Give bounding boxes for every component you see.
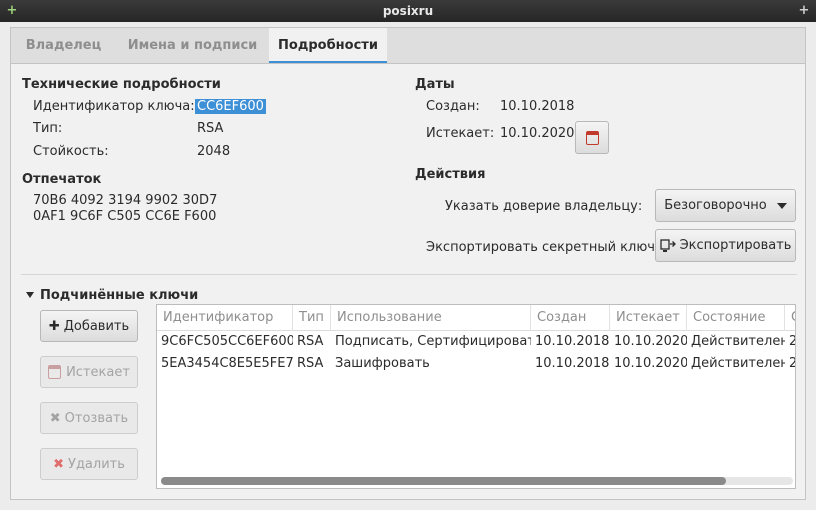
created-label: Создан: [426,99,480,114]
actions-heading: Действия [415,167,486,182]
cell-usage: Подписать, Сертифицировать [335,334,531,349]
table-row[interactable]: 5EA3454C8E5E5FE7 RSA Зашифровать 10.10.2… [157,353,795,375]
fingerprint-heading: Отпечаток [22,172,102,187]
expires-label: Истекает: [426,126,495,141]
fingerprint-line-1: 70B6 4092 3194 9902 30D7 [33,193,218,208]
column-header-extra[interactable]: С [785,305,795,331]
cell-created: 10.10.2018 [535,334,610,349]
cell-id: 9C6FC505CC6EF600 [161,334,293,349]
cell-status: Действителен [691,356,785,371]
column-header-type[interactable]: Тип [293,305,331,331]
horizontal-scrollbar[interactable] [161,477,793,485]
column-header-expires[interactable]: Истекает [610,305,687,331]
calendar-icon [48,365,62,379]
cross-icon: ✖ [49,410,61,426]
delete-button-label: Удалить [68,456,125,472]
trust-label: Указать доверие владельцу: [445,199,643,214]
cell-usage: Зашифровать [335,356,430,371]
subkeys-table: Идентификатор Тип Использование Создан И… [156,304,796,489]
export-label: Экспортировать секретный ключ: [426,240,660,255]
column-header-created[interactable]: Создан [531,305,610,331]
cell-created: 10.10.2018 [535,356,610,371]
created-value: 10.10.2018 [500,99,575,114]
key-id-value[interactable]: CC6EF600 [195,99,266,114]
export-button-label: Экспортировать [679,238,792,253]
delete-icon: ✖ [53,456,65,472]
cell-type: RSA [297,334,324,349]
calendar-icon [585,130,599,145]
cell-status: Действителен [691,334,785,349]
trust-dropdown-value: Безоговорочно [664,198,767,213]
add-button-label: Добавить [63,318,130,334]
expander-arrow-icon [26,292,34,298]
window-title: posixru [382,4,434,18]
app-window: + posixru + Владелец Имена и подписи Под… [0,0,816,510]
close-button[interactable]: + [793,0,815,22]
cell-type: RSA [297,356,324,371]
expire-button-label: Истекает [66,364,130,380]
scrollbar-thumb[interactable] [161,477,726,485]
export-button[interactable]: Экспортировать [655,229,796,262]
subkeys-heading: Подчинённые ключи [40,288,199,303]
column-header-id[interactable]: Идентификатор [157,305,293,331]
cell-expires: 10.10.2020 [614,356,687,371]
cell-extra: 2 [785,353,795,375]
revoke-button-label: Отозвать [64,410,129,426]
dates-heading: Даты [415,77,455,92]
plus-icon: ✚ [48,318,60,334]
table-header: Идентификатор Тип Использование Создан И… [157,305,795,331]
type-label: Тип: [33,121,63,136]
section-divider [21,274,797,275]
tech-details-heading: Технические подробности [22,77,221,92]
expire-subkey-button[interactable]: Истекает [40,356,138,388]
subkeys-expander[interactable]: Подчинённые ключи [26,288,198,303]
title-bar: + posixru + [0,0,816,22]
cell-extra: 2 [785,331,795,353]
strength-label: Стойкость: [33,144,109,159]
fingerprint-line-2: 0AF1 9C6F C505 CC6E F600 [33,209,217,224]
delete-subkey-button[interactable]: ✖ Удалить [40,448,138,480]
strength-value: 2048 [197,144,231,159]
change-expiry-button[interactable] [575,121,609,154]
chevron-down-icon [776,202,787,209]
revoke-subkey-button[interactable]: ✖ Отозвать [40,402,138,434]
trust-dropdown[interactable]: Безоговорочно [655,189,796,222]
cell-id: 5EA3454C8E5E5FE7 [161,356,293,371]
column-header-usage[interactable]: Использование [331,305,531,331]
cell-expires: 10.10.2020 [614,334,687,349]
tab-details[interactable]: Подробности [269,28,387,64]
maximize-button[interactable]: + [1,0,23,22]
tab-names-signatures[interactable]: Имена и подписи [116,28,269,63]
tab-owner[interactable]: Владелец [11,28,116,63]
key-id-label: Идентификатор ключа: [33,99,195,114]
expires-value: 10.10.2020 [500,126,575,141]
table-row[interactable]: 9C6FC505CC6EF600 RSA Подписать, Сертифиц… [157,331,795,353]
export-icon [659,238,676,252]
add-subkey-button[interactable]: ✚ Добавить [40,310,138,342]
details-panel: Технические подробности Идентификатор кл… [10,63,806,500]
column-header-status[interactable]: Состояние [687,305,785,331]
type-value: RSA [197,121,224,136]
tab-bar: Владелец Имена и подписи Подробности [10,27,806,64]
